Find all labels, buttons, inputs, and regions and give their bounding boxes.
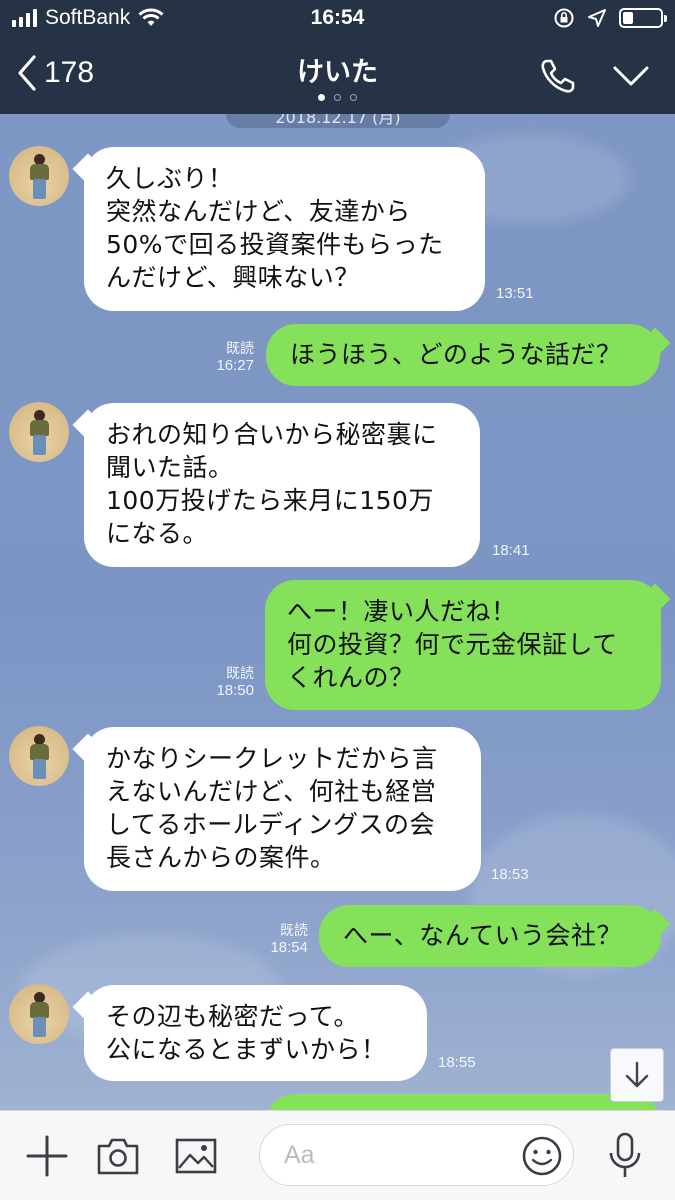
arrow-down-icon [625, 1061, 649, 1088]
read-receipt: 既読 18:50 [216, 665, 254, 699]
battery-icon [619, 8, 667, 28]
message-bubble-incoming[interactable]: その辺も秘密だって。 公になるとまずいから！ [84, 985, 427, 1081]
message-bubble-incoming[interactable]: おれの知り合いから秘密裏に 聞いた話。 100万投げたら来月に150万 になる。 [84, 403, 480, 567]
chat-header: 178 けいた [0, 38, 675, 114]
contact-avatar[interactable] [9, 146, 69, 206]
message-bubble-outgoing[interactable]: へー、なんていう会社？ [319, 905, 661, 967]
contact-avatar[interactable] [9, 402, 69, 462]
message-time: 13:51 [496, 285, 534, 302]
phone-icon[interactable] [538, 56, 578, 96]
status-bar: SoftBank 16:54 [0, 0, 675, 38]
read-receipt: 既読 18:54 [270, 922, 308, 956]
microphone-icon[interactable] [606, 1131, 644, 1183]
read-receipt: 既読 16:27 [216, 340, 254, 374]
message-time: 18:53 [491, 866, 529, 883]
camera-icon[interactable] [96, 1136, 140, 1176]
contact-avatar[interactable] [9, 984, 69, 1044]
message-time: 18:55 [438, 1054, 476, 1071]
location-icon [588, 9, 606, 27]
scroll-to-bottom-button[interactable] [610, 1048, 664, 1102]
image-icon[interactable] [174, 1137, 218, 1175]
chat-area[interactable]: 2018.12.17 (月) 久しぶり！ 突然なんだけど、友達から 50%で回る… [0, 114, 675, 1110]
message-time: 18:41 [492, 542, 530, 559]
input-bar [0, 1110, 675, 1200]
message-bubble-outgoing[interactable]: へー！凄い人だね！ 何の投資？何で元金保証して くれんの？ [265, 580, 661, 710]
status-right [553, 7, 667, 29]
message-bubble-incoming[interactable]: かなりシークレットだから言 えないんだけど、何社も経営 してるホールディングスの… [84, 727, 481, 891]
page-dot-1 [318, 94, 325, 101]
message-bubble-outgoing[interactable]: ほうほう、どのような話だ？ [266, 324, 660, 386]
date-divider: 2018.12.17 (月) [226, 114, 450, 128]
message-bubble-outgoing-partial[interactable] [265, 1094, 661, 1110]
plus-icon[interactable] [26, 1135, 68, 1177]
page-dot-3 [350, 94, 357, 101]
contact-avatar[interactable] [9, 726, 69, 786]
page-dot-2 [334, 94, 341, 101]
chevron-down-icon[interactable] [612, 64, 650, 88]
emoji-icon[interactable] [521, 1135, 563, 1177]
message-bubble-incoming[interactable]: 久しぶり！ 突然なんだけど、友達から 50%で回る投資案件もらった んだけど、興… [84, 147, 485, 311]
battery-level [623, 12, 634, 24]
orientation-lock-icon [554, 8, 574, 28]
